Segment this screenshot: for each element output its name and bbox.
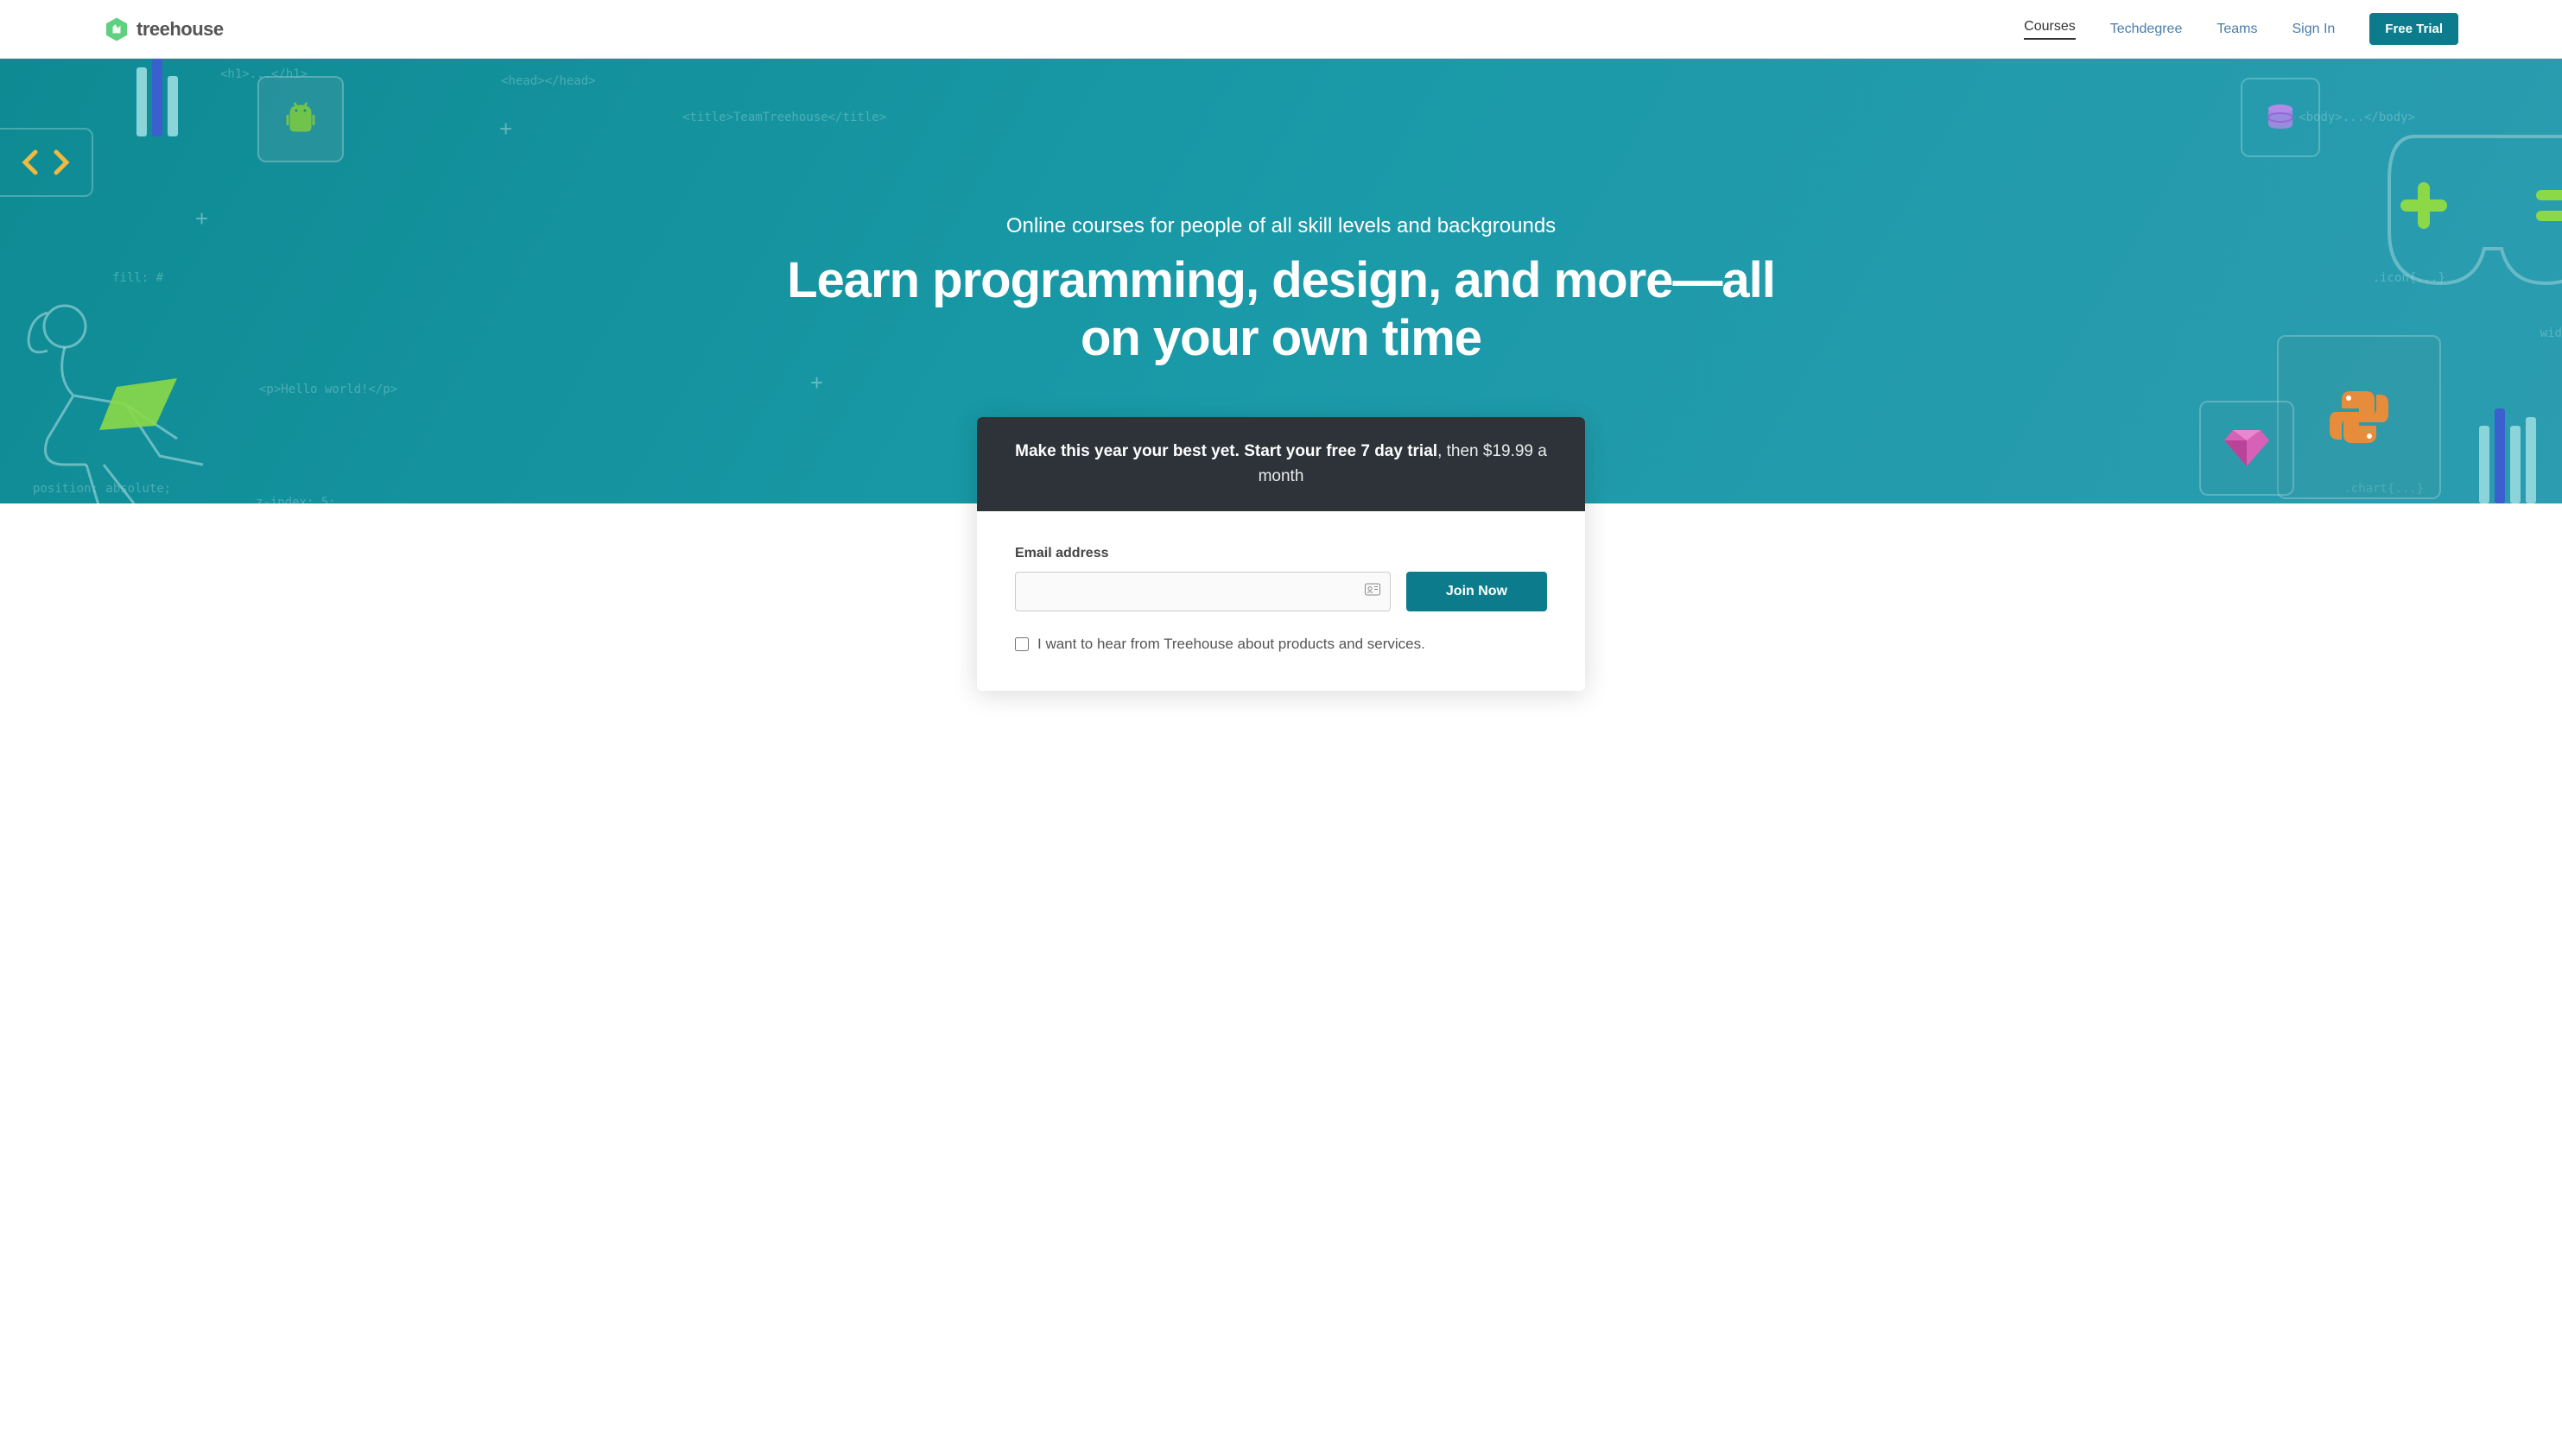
bg-text-wid: wid <box>2540 326 2562 340</box>
bars-decor-icon <box>2479 408 2536 503</box>
contact-card-icon <box>1365 584 1380 600</box>
android-icon <box>257 76 344 162</box>
bg-text-head: <head></head> <box>501 74 596 88</box>
signup-body: Email address Join Now I want to hear fr… <box>977 511 1585 691</box>
free-trial-button[interactable]: Free Trial <box>2369 13 2458 45</box>
ruby-gem-icon <box>2199 401 2294 496</box>
bars-decor-icon <box>136 59 178 136</box>
person-illustration-icon <box>4 283 246 503</box>
marketing-optin-label[interactable]: I want to hear from Treehouse about prod… <box>1037 636 1425 653</box>
logo-text: treehouse <box>136 18 224 41</box>
game-controller-icon <box>2381 102 2562 292</box>
plus-decor-icon: + <box>810 370 823 396</box>
hero-subtitle: Online courses for people of all skill l… <box>763 214 1799 238</box>
database-icon <box>2241 78 2320 157</box>
nav-courses[interactable]: Courses <box>2024 19 2076 40</box>
signup-header-bold: Make this year your best yet. Start your… <box>1015 442 1437 460</box>
primary-nav: Courses Techdegree Teams Sign In Free Tr… <box>2024 13 2458 45</box>
signup-card: Make this year your best yet. Start your… <box>977 417 1585 691</box>
code-brackets-icon <box>0 128 93 197</box>
plus-decor-icon: + <box>195 206 208 232</box>
signup-header: Make this year your best yet. Start your… <box>977 417 1585 511</box>
email-label: Email address <box>1015 546 1547 561</box>
bg-text-zindex: z-index: 5; <box>256 496 336 503</box>
nav-techdegree[interactable]: Techdegree <box>2110 22 2183 37</box>
nav-sign-in[interactable]: Sign In <box>2292 22 2335 37</box>
hero-title: Learn programming, design, and more—all … <box>763 252 1799 367</box>
treehouse-logo-icon <box>104 16 130 42</box>
email-field[interactable] <box>1015 572 1391 611</box>
join-now-button[interactable]: Join Now <box>1406 572 1547 611</box>
bg-text-p: <p>Hello world!</p> <box>259 383 397 396</box>
plus-decor-icon: + <box>499 116 512 142</box>
nav-teams[interactable]: Teams <box>2216 22 2257 37</box>
marketing-optin-checkbox[interactable] <box>1015 637 1029 651</box>
logo[interactable]: treehouse <box>104 16 224 42</box>
main-header: treehouse Courses Techdegree Teams Sign … <box>0 0 2562 59</box>
python-icon <box>2277 335 2441 499</box>
